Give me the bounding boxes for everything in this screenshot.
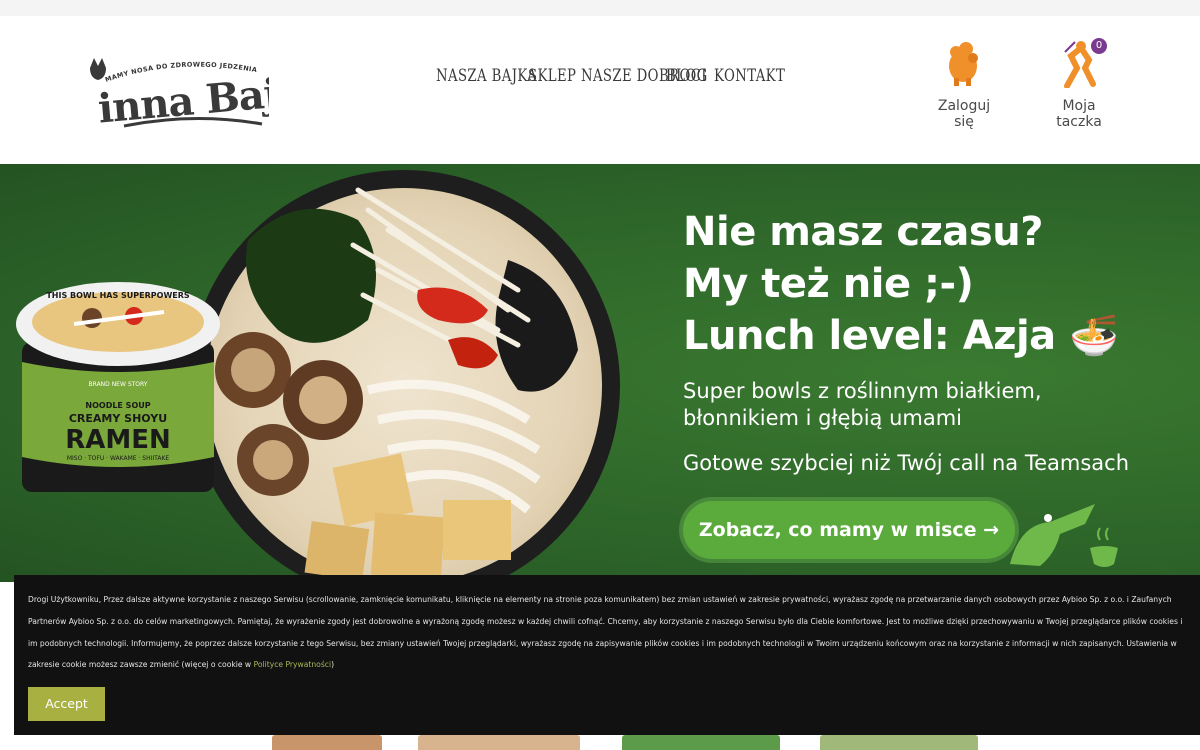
pack-brand: BRAND NEW STORY (89, 381, 148, 388)
site-header: MAMY NOSA DO ZDROWEGO JEDZENIA inna Bajk… (0, 16, 1200, 164)
headline-line1: Nie masz czasu? (683, 209, 1043, 255)
product-thumb[interactable] (622, 735, 780, 750)
product-thumb[interactable] (820, 735, 978, 750)
pack-rim-text: THIS BOWL HAS SUPERPOWERS (46, 291, 190, 300)
login-label: Zaloguj się (937, 98, 991, 130)
product-strip (0, 735, 1200, 750)
sheep-mascot-icon (949, 42, 978, 86)
nav-kontakt[interactable]: KONTAKT (714, 66, 785, 86)
hero-subtitle-2: Gotowe szybciej niż Twój call na Teamsac… (683, 451, 1130, 475)
bowl-toppings (215, 187, 578, 581)
cookie-message-end: ) (331, 660, 335, 670)
fox-icon (90, 58, 106, 80)
headline-line2: My też nie ;-) (683, 261, 974, 307)
cart-label: Moja taczka (1056, 98, 1102, 130)
nav-nasza-bajka[interactable]: NASZA BAJKA (436, 66, 537, 86)
ramen-pack-image: NOODLE SOUP CREAMY SHOYU RAMEN MISO · TO… (16, 282, 220, 492)
hero-banner[interactable]: NOODLE SOUP CREAMY SHOYU RAMEN MISO · TO… (0, 164, 1200, 582)
product-thumb[interactable] (418, 735, 580, 750)
headline-line3: Lunch level: Azja 🍜 (683, 313, 1119, 359)
cookie-banner: Drogi Użytkowniku, Przez dalsze aktywne … (14, 575, 1200, 735)
hero-cta-button[interactable]: Zobacz, co mamy w misce → (683, 501, 1015, 559)
privacy-policy-link[interactable]: Polityce Prywatności (254, 660, 332, 669)
pack-ingredients: MISO · TOFU · WAKAME · SHIITAKE (67, 455, 170, 462)
nav-blog[interactable]: BLOG (666, 66, 708, 86)
hero-headline: Nie masz czasu? My też nie ;-) Lunch lev… (683, 206, 1119, 362)
pack-name2: RAMEN (65, 425, 171, 455)
main-nav: NASZA BAJKA SKLEP NASZE DOBROCI BLOG KON… (436, 66, 785, 86)
login-button[interactable]: Zaloguj się (928, 38, 1000, 130)
cart-button[interactable]: 0 Moja taczka (1038, 38, 1120, 130)
pack-small: NOODLE SOUP (85, 401, 150, 410)
cart-count-badge: 0 (1091, 38, 1107, 54)
pack-name1: CREAMY SHOYU (69, 412, 167, 425)
sub-line1: Super bowls z roślinnym białkiem, (683, 379, 1042, 403)
accept-cookies-button[interactable]: Accept (28, 687, 105, 721)
top-strip (0, 0, 1200, 16)
hero-subtitle: Super bowls z roślinnym białkiem, błonni… (683, 378, 1042, 432)
product-thumb[interactable] (272, 735, 382, 750)
sub-line2: błonnikiem i głębią umami (683, 406, 963, 430)
cookie-text: Drogi Użytkowniku, Przez dalsze aktywne … (28, 589, 1188, 676)
logo[interactable]: MAMY NOSA DO ZDROWEGO JEDZENIA inna Bajk… (84, 54, 330, 134)
logo-graphic: MAMY NOSA DO ZDROWEGO JEDZENIA inna Bajk… (90, 58, 330, 133)
cookie-message: Drogi Użytkowniku, Przez dalsze aktywne … (28, 595, 1183, 670)
crocodile-mascot-icon (1010, 504, 1118, 567)
